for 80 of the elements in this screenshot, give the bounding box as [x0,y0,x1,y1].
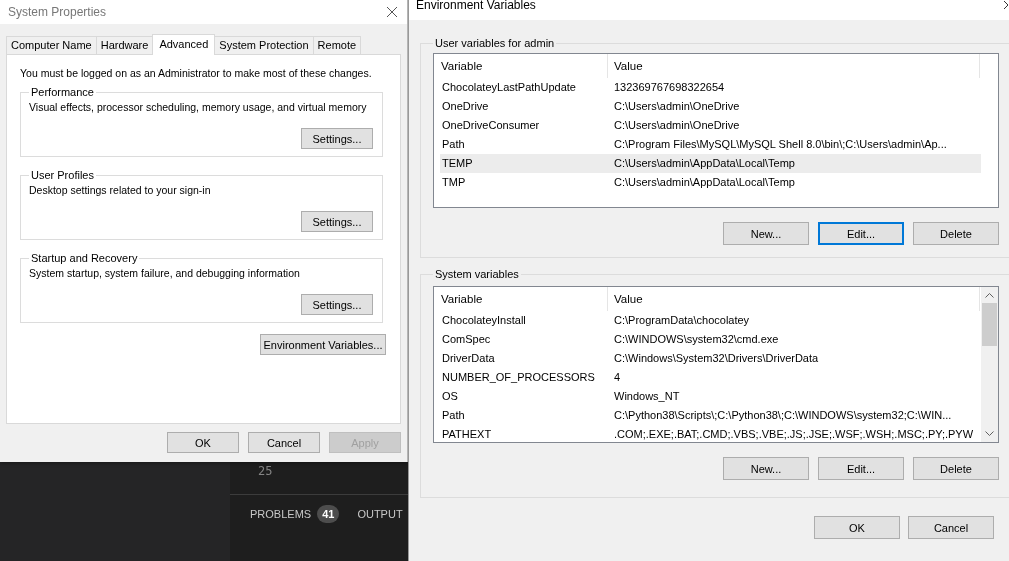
dialog-button[interactable]: Cancel [248,432,320,453]
group-title: User variables for admin [434,37,556,49]
variable-name: DriverData [441,351,496,366]
column-header[interactable]: Value [608,287,980,311]
list-row[interactable]: Path C:\Program Files\MySQL\MySQL Shell 8.0\bin\;C:\Users\admin\Ap... [440,135,981,154]
list-row[interactable]: Path C:\Python38\Scripts\;C:\Python38\;C:\WINDOWS\system32;C:\WIN... [440,406,981,425]
dialog-button[interactable]: OK [167,432,239,453]
group-description: Visual effects, processor scheduling, memory usage, and virtual memory [29,101,368,115]
list-row[interactable]: TMP C:\Users\admin\AppData\Local\Temp [440,173,981,192]
variable-name: ChocolateyInstall [441,313,527,328]
list-row[interactable]: NUMBER_OF_PROCESSORS 4 [440,368,981,387]
panel-tab[interactable]: OUTPUT [357,508,403,520]
variable-value: C:\Program Files\MySQL\MySQL Shell 8.0\bin\;C:\Users\admin\Ap... [613,137,947,152]
group-title: Performance [30,86,95,98]
window-title: Environment Variables [416,0,536,12]
dialog-button[interactable]: Edit... [818,222,904,245]
variable-value: C:\Users\admin\OneDrive [613,99,740,114]
variable-value: C:\Users\admin\OneDrive [613,118,740,133]
variable-name: PATHEXT [441,427,493,442]
variable-name: TEMP [441,156,474,171]
panel-tab[interactable]: PROBLEMS [250,508,312,520]
environment-variables-button[interactable]: Environment Variables... [260,334,386,355]
list-row[interactable]: ChocolateyInstall C:\ProgramData\chocolatey [440,311,981,330]
variable-value: C:\WINDOWS\system32\cmd.exe [613,332,779,347]
group-description: Desktop settings related to your sign-in [29,184,212,198]
tab[interactable]: Remote [312,36,362,54]
close-icon[interactable] [1003,0,1009,10]
scrollbar[interactable] [981,287,998,442]
line-number: 25 [257,463,274,480]
list-row[interactable]: DriverData C:\Windows\System32\Drivers\DriverData [440,349,981,368]
notice-text: You must be logged on as an Administrator to make most of these changes. [20,67,373,79]
dialog-button[interactable]: Cancel [908,516,994,539]
list-row[interactable]: ComSpec C:\WINDOWS\system32\cmd.exe [440,330,981,349]
scroll-thumb[interactable] [982,303,997,346]
tab[interactable]: System Protection [214,36,314,54]
variable-value: C:\Windows\System32\Drivers\DriverData [613,351,819,366]
dialog-button[interactable]: Delete [913,222,999,245]
list-row[interactable]: TEMP C:\Users\admin\AppData\Local\Temp [440,154,981,173]
column-header[interactable]: Variable [440,54,608,78]
variable-name: OneDriveConsumer [441,118,541,133]
settings-button[interactable]: Settings... [301,211,373,232]
variable-name: Path [441,137,466,152]
settings-button[interactable]: Settings... [301,128,373,149]
dialog-button[interactable]: New... [723,222,809,245]
variable-name: NUMBER_OF_PROCESSORS [441,370,596,385]
tab[interactable]: Computer Name [6,36,97,54]
dialog-button[interactable]: Delete [913,457,999,480]
variable-name: OneDrive [441,99,490,114]
list-row[interactable]: PATHEXT .COM;.EXE;.BAT;.CMD;.VBS;.VBE;.JS;.JSE;.WSF;.WSH;.MSC;.PY;.PYW [440,425,981,442]
variable-value: C:\ProgramData\chocolatey [613,313,750,328]
variable-name: TMP [441,175,467,190]
count-badge: 41 [317,505,340,523]
variable-value: C:\Users\admin\AppData\Local\Temp [613,156,795,171]
group-description: System startup, system failure, and debugging information [29,267,301,281]
variable-value: Windows_NT [613,389,680,404]
variable-name: OS [441,389,459,404]
dialog-button[interactable]: OK [814,516,900,539]
group-title: User Profiles [30,169,95,181]
settings-button[interactable]: Settings... [301,294,373,315]
group-title: System variables [434,268,520,280]
variable-name: Path [441,408,466,423]
variable-value: .COM;.EXE;.BAT;.CMD;.VBS;.VBE;.JS;.JSE;.WSF;.WSH;.MSC;.PY;.PYW [613,427,974,442]
variable-name: ComSpec [441,332,492,347]
list-row[interactable]: OneDriveConsumer C:\Users\admin\OneDrive [440,116,981,135]
close-icon[interactable] [386,6,398,18]
dialog-button[interactable]: Edit... [818,457,904,480]
column-header[interactable]: Variable [440,287,608,311]
variable-value: C:\Users\admin\AppData\Local\Temp [613,175,795,190]
list-row[interactable]: OneDrive C:\Users\admin\OneDrive [440,97,981,116]
tab[interactable]: Advanced [152,34,216,55]
variable-name: ChocolateyLastPathUpdate [441,80,577,95]
column-header[interactable]: Value [608,54,980,78]
list-row[interactable]: ChocolateyLastPathUpdate 132369767698322654 [440,78,981,97]
variable-value: C:\Python38\Scripts\;C:\Python38\;C:\WINDOWS\system32;C:\WIN... [613,408,952,423]
list-row[interactable]: OS Windows_NT [440,387,981,406]
group-title: Startup and Recovery [30,252,139,264]
variable-value: 4 [613,370,621,385]
window-title: System Properties [8,5,107,19]
variable-value: 132369767698322654 [613,80,725,95]
dialog-button[interactable]: New... [723,457,809,480]
